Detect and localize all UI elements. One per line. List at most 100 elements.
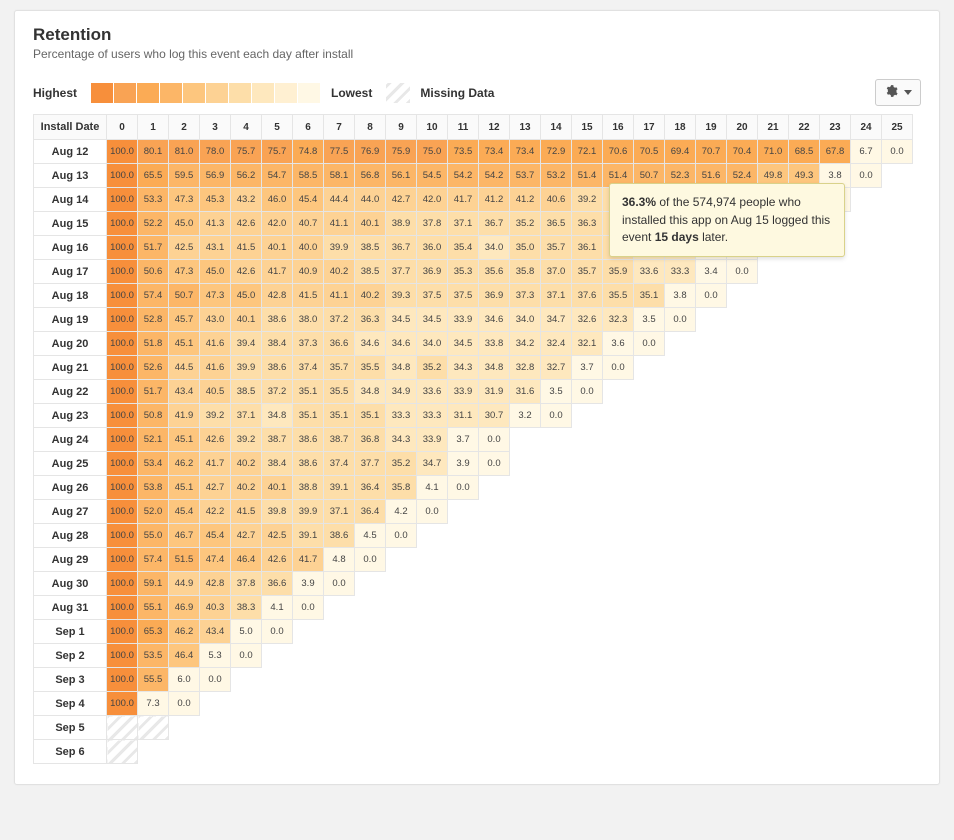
retention-cell[interactable]: 3.9: [448, 452, 479, 476]
retention-cell[interactable]: 40.6: [541, 188, 572, 212]
retention-cell[interactable]: 53.7: [510, 164, 541, 188]
retention-cell[interactable]: 42.7: [231, 524, 262, 548]
retention-cell[interactable]: 44.0: [355, 188, 386, 212]
retention-cell[interactable]: 3.5: [634, 308, 665, 332]
retention-cell[interactable]: 39.2: [572, 188, 603, 212]
retention-cell[interactable]: 0.0: [355, 548, 386, 572]
retention-cell[interactable]: 100.0: [107, 404, 138, 428]
retention-cell[interactable]: 45.7: [169, 308, 200, 332]
retention-cell[interactable]: 0.0: [417, 500, 448, 524]
retention-cell[interactable]: 45.1: [169, 428, 200, 452]
retention-cell[interactable]: 54.5: [417, 164, 448, 188]
retention-cell[interactable]: 35.7: [324, 356, 355, 380]
retention-cell[interactable]: 35.3: [448, 260, 479, 284]
retention-cell[interactable]: 100.0: [107, 572, 138, 596]
retention-cell[interactable]: 37.0: [541, 260, 572, 284]
retention-cell[interactable]: 35.7: [541, 236, 572, 260]
retention-cell[interactable]: 39.9: [293, 500, 324, 524]
retention-cell[interactable]: 42.5: [262, 524, 293, 548]
retention-cell[interactable]: 34.5: [448, 332, 479, 356]
retention-cell[interactable]: 0.0: [665, 308, 696, 332]
retention-cell[interactable]: 53.2: [541, 164, 572, 188]
retention-cell[interactable]: 40.7: [293, 212, 324, 236]
retention-cell[interactable]: 3.5: [541, 380, 572, 404]
retention-cell[interactable]: 35.1: [355, 404, 386, 428]
retention-cell[interactable]: 53.3: [138, 188, 169, 212]
retention-cell[interactable]: 34.3: [448, 356, 479, 380]
retention-cell[interactable]: 36.7: [479, 212, 510, 236]
retention-cell[interactable]: 45.0: [231, 284, 262, 308]
retention-cell[interactable]: 100.0: [107, 428, 138, 452]
retention-cell[interactable]: 0.0: [851, 164, 882, 188]
retention-cell[interactable]: 37.2: [324, 308, 355, 332]
retention-cell[interactable]: 100.0: [107, 644, 138, 668]
retention-cell[interactable]: 40.1: [355, 212, 386, 236]
retention-cell[interactable]: 40.3: [200, 596, 231, 620]
retention-cell[interactable]: 54.2: [479, 164, 510, 188]
retention-cell[interactable]: 0.0: [231, 644, 262, 668]
retention-cell[interactable]: 52.0: [138, 500, 169, 524]
retention-cell[interactable]: 43.4: [169, 380, 200, 404]
retention-cell[interactable]: 34.6: [355, 332, 386, 356]
retention-cell[interactable]: 38.6: [293, 452, 324, 476]
retention-cell[interactable]: 38.6: [262, 356, 293, 380]
retention-cell[interactable]: 38.7: [324, 428, 355, 452]
retention-cell[interactable]: 37.7: [355, 452, 386, 476]
retention-cell[interactable]: 0.0: [293, 596, 324, 620]
retention-cell[interactable]: 47.3: [169, 260, 200, 284]
retention-cell[interactable]: 100.0: [107, 500, 138, 524]
retention-cell[interactable]: 44.4: [324, 188, 355, 212]
retention-cell[interactable]: 34.5: [386, 308, 417, 332]
retention-cell[interactable]: 73.4: [479, 140, 510, 164]
retention-cell[interactable]: 51.5: [169, 548, 200, 572]
retention-cell[interactable]: 67.8: [820, 140, 851, 164]
retention-cell[interactable]: 100.0: [107, 188, 138, 212]
retention-cell[interactable]: 39.2: [231, 428, 262, 452]
retention-cell[interactable]: 33.6: [634, 260, 665, 284]
retention-cell[interactable]: 43.4: [200, 620, 231, 644]
retention-cell[interactable]: 100.0: [107, 668, 138, 692]
retention-cell[interactable]: 35.8: [510, 260, 541, 284]
retention-cell[interactable]: 51.7: [138, 380, 169, 404]
retention-cell[interactable]: 33.9: [448, 380, 479, 404]
retention-cell[interactable]: 40.2: [355, 284, 386, 308]
retention-cell[interactable]: 37.4: [293, 356, 324, 380]
retention-cell[interactable]: 51.7: [138, 236, 169, 260]
retention-cell[interactable]: 100.0: [107, 548, 138, 572]
retention-cell[interactable]: 3.7: [572, 356, 603, 380]
retention-cell[interactable]: 35.2: [386, 452, 417, 476]
retention-cell[interactable]: 52.6: [138, 356, 169, 380]
retention-cell[interactable]: 40.5: [200, 380, 231, 404]
retention-cell[interactable]: 42.7: [200, 476, 231, 500]
retention-cell[interactable]: 42.6: [231, 212, 262, 236]
retention-cell[interactable]: 53.5: [138, 644, 169, 668]
retention-cell[interactable]: 38.0: [293, 308, 324, 332]
retention-cell[interactable]: 33.3: [417, 404, 448, 428]
retention-cell[interactable]: 77.5: [324, 140, 355, 164]
retention-cell[interactable]: 42.2: [200, 500, 231, 524]
retention-cell[interactable]: 45.0: [200, 260, 231, 284]
retention-cell[interactable]: 70.6: [603, 140, 634, 164]
retention-cell[interactable]: 34.8: [262, 404, 293, 428]
retention-cell[interactable]: 34.8: [355, 380, 386, 404]
retention-cell[interactable]: 37.1: [231, 404, 262, 428]
retention-cell[interactable]: 34.8: [386, 356, 417, 380]
retention-cell[interactable]: 51.8: [138, 332, 169, 356]
retention-cell[interactable]: 100.0: [107, 236, 138, 260]
retention-cell[interactable]: 40.2: [231, 452, 262, 476]
retention-cell[interactable]: 37.7: [386, 260, 417, 284]
retention-cell[interactable]: 41.1: [324, 212, 355, 236]
retention-cell[interactable]: 76.9: [355, 140, 386, 164]
retention-cell[interactable]: 0.0: [572, 380, 603, 404]
retention-cell[interactable]: 75.7: [262, 140, 293, 164]
retention-cell[interactable]: 41.7: [262, 260, 293, 284]
retention-cell[interactable]: 65.3: [138, 620, 169, 644]
retention-cell[interactable]: 6.0: [169, 668, 200, 692]
retention-cell[interactable]: 39.2: [200, 404, 231, 428]
retention-cell[interactable]: 52.2: [138, 212, 169, 236]
retention-cell[interactable]: 38.4: [262, 452, 293, 476]
retention-cell[interactable]: 0.0: [634, 332, 665, 356]
retention-cell[interactable]: 73.4: [510, 140, 541, 164]
retention-cell[interactable]: 32.1: [572, 332, 603, 356]
retention-cell[interactable]: 38.6: [324, 524, 355, 548]
